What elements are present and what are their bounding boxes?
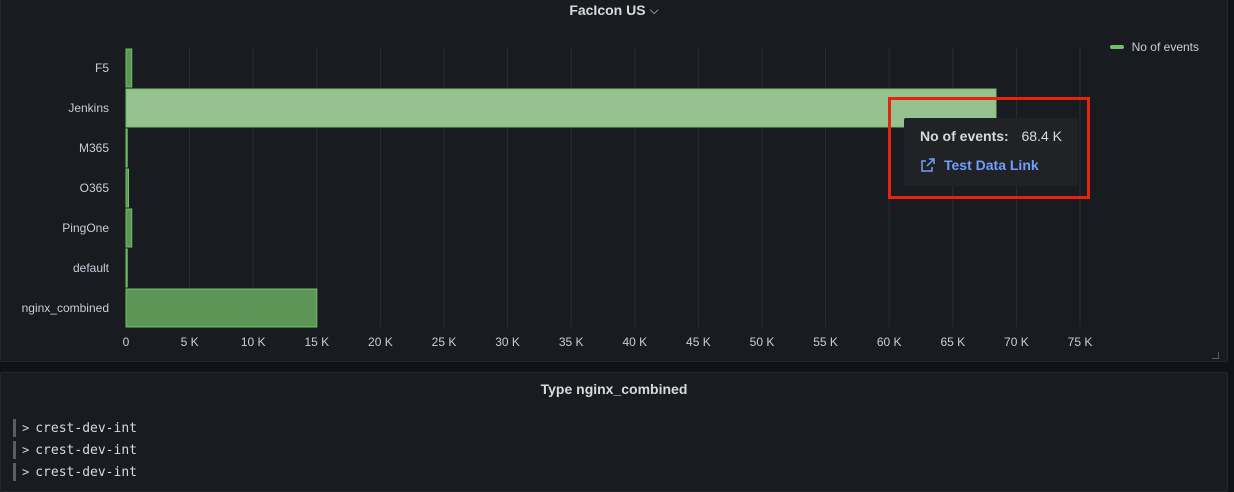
x-tick-label: 70 K [1004, 335, 1029, 349]
log-level-indicator [13, 441, 16, 459]
x-tick-label: 15 K [304, 335, 329, 349]
x-tick-label: 10 K [241, 335, 266, 349]
x-tick-label: 65 K [940, 335, 965, 349]
log-row[interactable]: > crest-dev-int [13, 417, 137, 439]
category-label: nginx_combined [22, 301, 109, 315]
category-label: O365 [80, 181, 110, 195]
log-row-text: crest-dev-int [35, 464, 137, 480]
log-row[interactable]: > crest-dev-int [13, 439, 137, 461]
x-tick-label: 25 K [432, 335, 457, 349]
legend-label[interactable]: No of events [1132, 40, 1199, 54]
chart-legend[interactable]: No of events [1109, 40, 1199, 54]
category-label: Jenkins [68, 101, 109, 115]
logs-panel-title[interactable]: Type nginx_combined [1, 381, 1227, 397]
bar-default[interactable] [125, 248, 128, 288]
bar-f5[interactable] [125, 48, 133, 88]
chevron-right-icon[interactable]: > [22, 421, 29, 435]
x-tick-label: 60 K [877, 335, 902, 349]
x-tick-label: 55 K [813, 335, 838, 349]
chevron-right-icon[interactable]: > [22, 443, 29, 457]
x-tick-label: 30 K [495, 335, 520, 349]
value-axis: 0 5 K 10 K 15 K 20 K 25 K 30 K 35 K 40 K 45 K 50 K… [123, 335, 1093, 349]
legend-swatch [1109, 45, 1124, 49]
log-row[interactable]: > crest-dev-int [13, 461, 137, 483]
x-tick-label: 50 K [750, 335, 775, 349]
chart-bars [125, 48, 997, 328]
log-level-indicator [13, 463, 16, 481]
log-row-text: crest-dev-int [35, 442, 137, 458]
x-tick-label: 75 K [1068, 335, 1093, 349]
annotation-highlight-box [888, 97, 1090, 199]
category-axis: F5 Jenkins M365 O365 PingOne default nginx_com… [22, 61, 110, 315]
category-label: default [73, 261, 110, 275]
x-tick-label: 20 K [368, 335, 393, 349]
x-tick-label: 35 K [559, 335, 584, 349]
bar-jenkins[interactable] [125, 88, 997, 128]
bar-pingone[interactable] [125, 208, 133, 248]
category-label: M365 [79, 141, 109, 155]
category-label: F5 [95, 61, 109, 75]
x-tick-label: 5 K [181, 335, 199, 349]
bar-o365[interactable] [125, 168, 130, 208]
category-label: PingOne [62, 221, 109, 235]
x-tick-label: 0 [123, 335, 130, 349]
log-level-indicator [13, 419, 16, 437]
bar-m365[interactable] [125, 128, 128, 168]
log-list: > crest-dev-int > crest-dev-int > crest-… [13, 417, 137, 483]
chevron-right-icon[interactable]: > [22, 465, 29, 479]
logs-panel: Type nginx_combined > crest-dev-int > cr… [0, 372, 1228, 492]
bar-nginx_combined[interactable] [125, 288, 318, 328]
x-tick-label: 45 K [686, 335, 711, 349]
panel-resize-handle[interactable] [1212, 352, 1219, 359]
log-row-text: crest-dev-int [35, 420, 137, 436]
x-tick-label: 40 K [622, 335, 647, 349]
